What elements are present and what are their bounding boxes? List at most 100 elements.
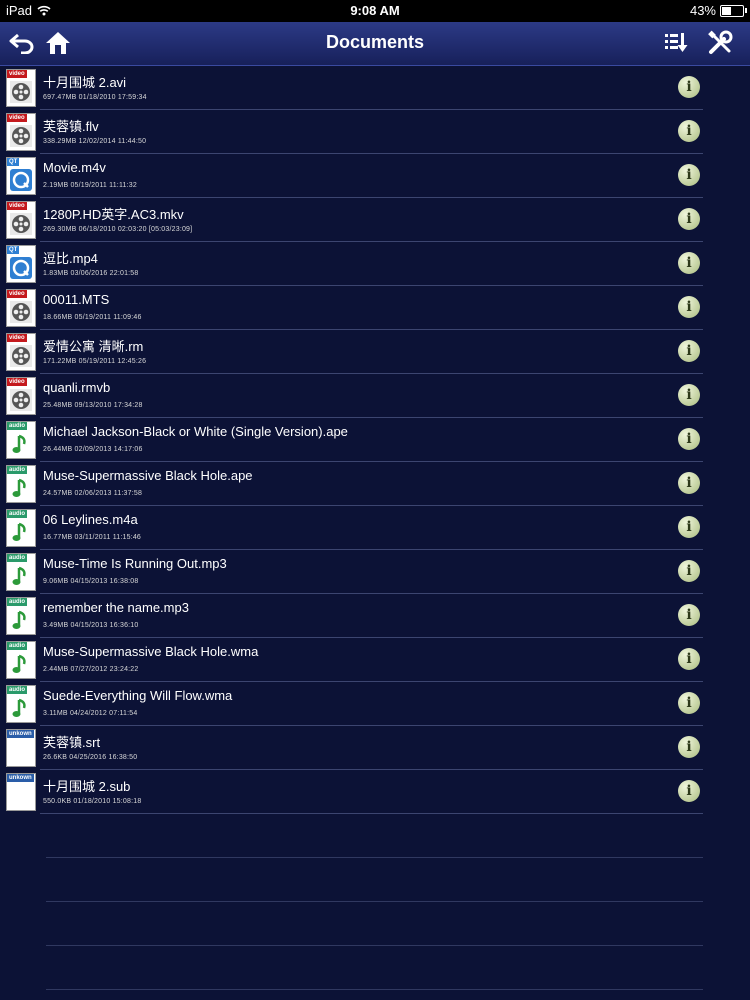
file-row[interactable]: video quanli.rmvb 25.48MB 09/13/2010 17:34… <box>6 374 703 418</box>
info-button[interactable]: i <box>678 340 700 362</box>
info-icon: i <box>686 211 692 227</box>
video-file-icon: video <box>6 333 36 371</box>
file-row[interactable]: video 1280P.HD英字.AC3.mkv 269.30MB 06/18/20… <box>6 198 703 242</box>
info-icon: i <box>686 739 692 755</box>
unknown-file-icon: unkown <box>6 773 36 811</box>
sort-download-icon <box>665 33 688 52</box>
file-type-tag: video <box>7 70 27 78</box>
info-button[interactable]: i <box>678 208 700 230</box>
file-type-tag: audio <box>7 686 27 694</box>
file-row[interactable]: audio Muse-Supermassive Black Hole.wma 2.4… <box>6 638 703 682</box>
file-type-tag: video <box>7 334 27 342</box>
info-button[interactable]: i <box>678 428 700 450</box>
empty-row <box>46 902 703 946</box>
empty-row <box>46 858 703 902</box>
file-row[interactable]: audio Michael Jackson-Black or White (Sin… <box>6 418 703 462</box>
file-name: Muse-Supermassive Black Hole.wma <box>43 644 259 659</box>
info-button[interactable]: i <box>678 384 700 406</box>
info-icon: i <box>686 783 692 799</box>
file-name: 00011.MTS <box>43 292 110 307</box>
nav-bar: Documents <box>0 22 750 66</box>
file-row[interactable]: video 十月围城 2.avi 697.47MB 01/18/2010 17:59… <box>6 66 703 110</box>
file-name: Muse-Supermassive Black Hole.ape <box>43 468 253 483</box>
file-type-tag: audio <box>7 642 27 650</box>
battery-percent: 43% <box>689 3 716 18</box>
info-button[interactable]: i <box>678 648 700 670</box>
file-meta: 9.06MB 04/15/2013 16:38:08 <box>43 578 139 585</box>
file-row[interactable]: QT 逗比.mp4 1.83MB 03/06/2016 22:01:58 i <box>6 242 703 286</box>
music-note-icon <box>9 476 33 500</box>
info-icon: i <box>686 607 692 623</box>
file-row[interactable]: QT Movie.m4v 2.19MB 05/19/2011 11:11:32 i <box>6 154 703 198</box>
file-meta: 697.47MB 01/18/2010 17:59:34 <box>43 94 147 101</box>
file-type-tag: video <box>7 114 27 122</box>
file-row[interactable]: audio Muse-Time Is Running Out.mp3 9.06MB … <box>6 550 703 594</box>
video-file-icon: video <box>6 377 36 415</box>
info-button[interactable]: i <box>678 472 700 494</box>
video-file-icon: video <box>6 289 36 327</box>
file-meta: 26.44MB 02/09/2013 14:17:06 <box>43 446 143 453</box>
file-name: Movie.m4v <box>43 160 106 175</box>
info-icon: i <box>686 299 692 315</box>
audio-file-icon: audio <box>6 685 36 723</box>
audio-file-icon: audio <box>6 421 36 459</box>
file-type-tag: audio <box>7 510 27 518</box>
info-button[interactable]: i <box>678 780 700 802</box>
tools-button[interactable] <box>704 28 736 58</box>
quicktime-icon <box>10 257 32 279</box>
file-row[interactable]: unkown 芙蓉镇.srt 26.6KB 04/25/2016 16:38:50 i <box>6 726 703 770</box>
unknown-file-icon: unkown <box>6 729 36 767</box>
info-icon: i <box>686 79 692 95</box>
film-reel-icon <box>10 301 32 323</box>
file-row[interactable]: audio Muse-Supermassive Black Hole.ape 24.… <box>6 462 703 506</box>
file-name: 十月围城 2.avi <box>43 75 127 90</box>
audio-file-icon: audio <box>6 597 36 635</box>
music-note-icon <box>9 696 33 720</box>
info-button[interactable]: i <box>678 252 700 274</box>
sort-button[interactable] <box>660 28 692 58</box>
info-button[interactable]: i <box>678 76 700 98</box>
file-meta: 3.11MB 04/24/2012 07:11:54 <box>43 710 138 717</box>
file-row[interactable]: audio remember the name.mp3 3.49MB 04/15/2… <box>6 594 703 638</box>
file-type-tag: QT <box>7 246 20 254</box>
music-note-icon <box>9 564 33 588</box>
info-button[interactable]: i <box>678 296 700 318</box>
file-type-tag: QT <box>7 158 20 166</box>
info-button[interactable]: i <box>678 692 700 714</box>
info-button[interactable]: i <box>678 560 700 582</box>
audio-file-icon: audio <box>6 553 36 591</box>
audio-file-icon: audio <box>6 465 36 503</box>
film-reel-icon <box>10 389 32 411</box>
status-time: 9:08 AM <box>350 3 400 18</box>
file-row[interactable]: audio 06 Leylines.m4a 16.77MB 03/11/2011 1… <box>6 506 703 550</box>
file-meta: 2.19MB 05/19/2011 11:11:32 <box>43 182 137 189</box>
file-type-tag: video <box>7 202 27 210</box>
info-button[interactable]: i <box>678 120 700 142</box>
file-row[interactable]: audio Suede-Everything Will Flow.wma 3.11M… <box>6 682 703 726</box>
file-name: 芙蓉镇.flv <box>43 119 99 134</box>
page-title: Documents <box>325 32 424 52</box>
info-button[interactable]: i <box>678 736 700 758</box>
file-row[interactable]: video 芙蓉镇.flv 338.29MB 12/02/2014 11:44:50… <box>6 110 703 154</box>
info-icon: i <box>686 255 692 271</box>
file-type-tag: audio <box>7 422 27 430</box>
file-name: remember the name.mp3 <box>43 600 189 615</box>
info-icon: i <box>686 123 692 139</box>
file-name: quanli.rmvb <box>43 380 111 395</box>
file-row[interactable]: unkown 十月围城 2.sub 550.0KB 01/18/2010 15:08… <box>6 770 703 814</box>
file-row[interactable]: video 爱情公寓 清晰.rm 171.22MB 05/19/2011 12:45… <box>6 330 703 374</box>
info-button[interactable]: i <box>678 604 700 626</box>
info-button[interactable]: i <box>678 516 700 538</box>
file-meta: 18.66MB 05/19/2011 11:09:46 <box>43 314 142 321</box>
music-note-icon <box>9 652 33 676</box>
file-list: video 十月围城 2.avi 697.47MB 01/18/2010 17:59… <box>0 66 750 990</box>
file-name: 爱情公寓 清晰.rm <box>43 339 144 354</box>
info-icon: i <box>686 387 692 403</box>
file-type-tag: audio <box>7 598 27 606</box>
file-name: 逗比.mp4 <box>43 251 98 266</box>
file-type-tag: video <box>7 378 27 386</box>
info-button[interactable]: i <box>678 164 700 186</box>
file-row[interactable]: video 00011.MTS 18.66MB 05/19/2011 11:09:4… <box>6 286 703 330</box>
info-icon: i <box>686 431 692 447</box>
music-note-icon <box>9 432 33 456</box>
